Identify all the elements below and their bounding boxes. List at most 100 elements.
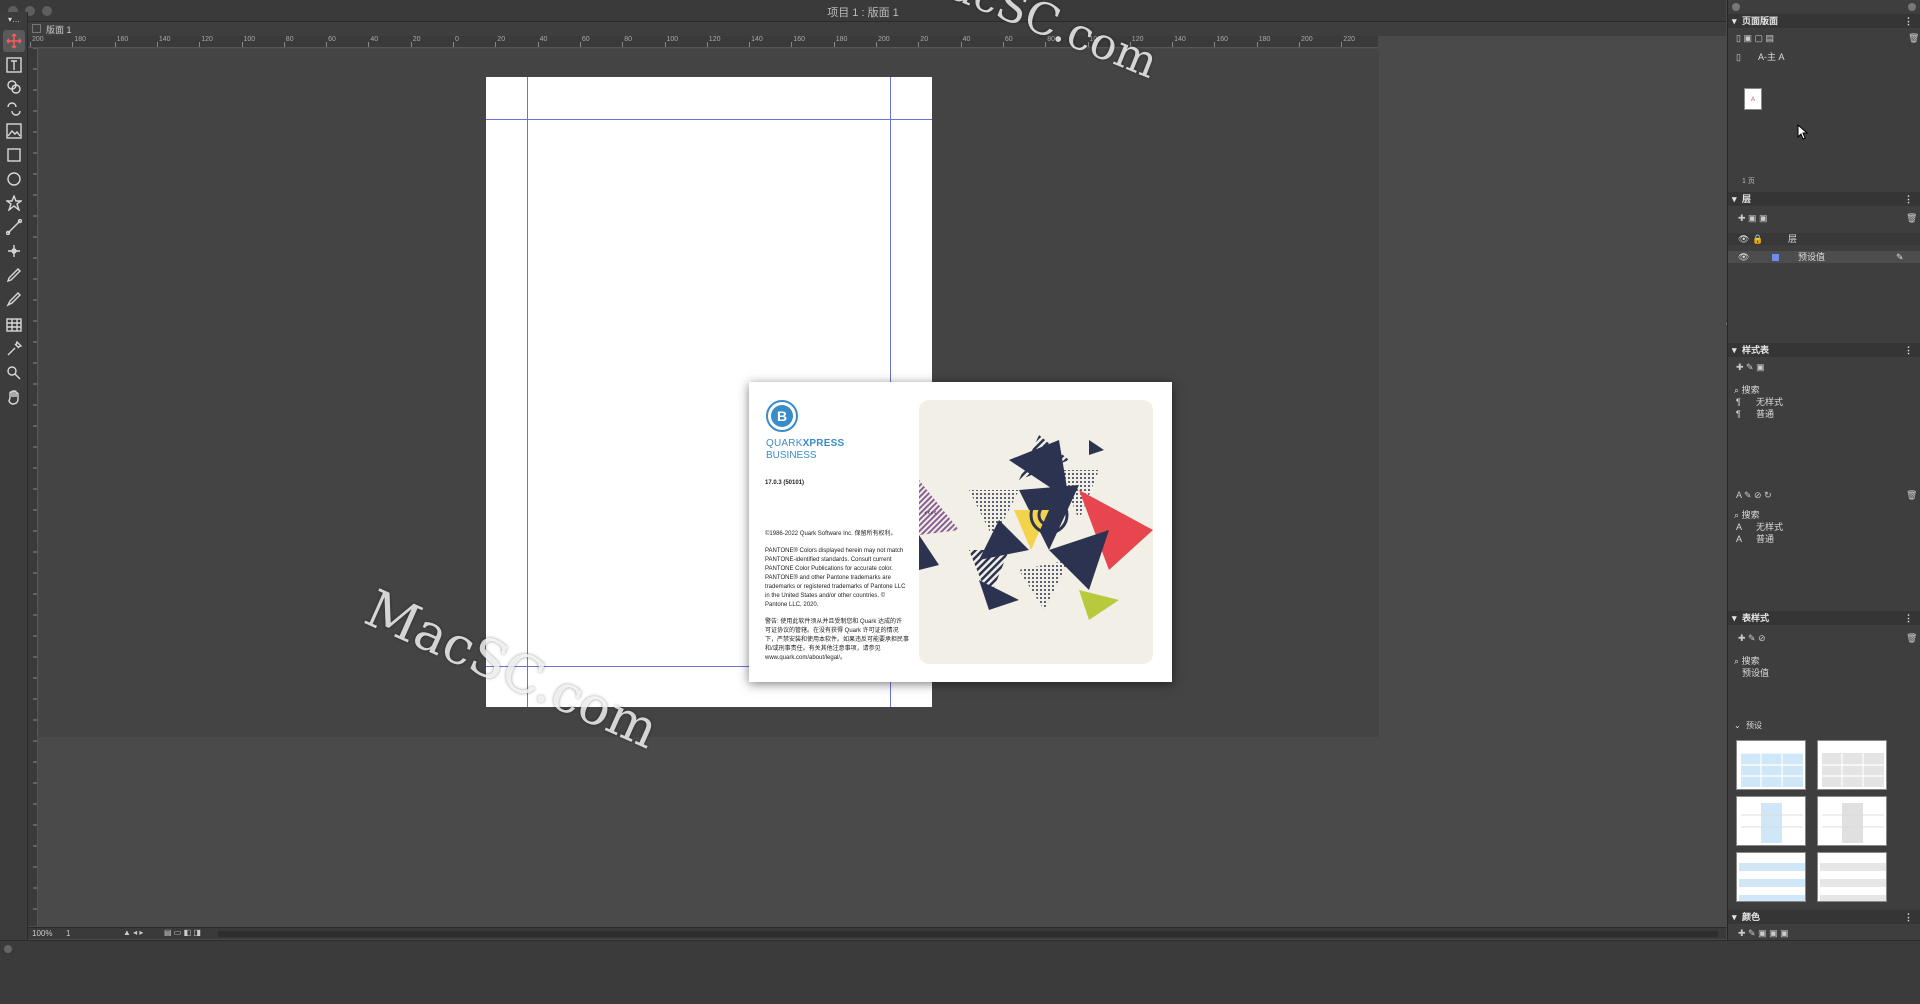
vertical-ruler-ticks (33, 48, 37, 910)
rectangle-box-tool-icon[interactable] (3, 144, 25, 166)
brand-name: QUARKXPRESS (766, 438, 844, 449)
table-style-toolbar-icons[interactable]: ✚ ✎ ⊘ (1738, 633, 1766, 644)
move-tool-icon[interactable] (3, 30, 25, 52)
table-styles-header[interactable]: 表样式 ⋮ (1728, 611, 1920, 625)
colors-menu-icon[interactable]: ⋮ (1904, 910, 1913, 924)
panel-close-icon[interactable] (1732, 3, 1740, 11)
text-content-tool-icon[interactable] (3, 54, 25, 76)
para-style-item[interactable]: ¶ 普通 (1728, 408, 1920, 420)
ruler-tick (72, 42, 74, 47)
table-preset-thumbnail[interactable] (1817, 852, 1887, 902)
table-preset-thumbnail[interactable] (1736, 796, 1806, 846)
delete-layer-icon[interactable]: 🗑 (1906, 213, 1917, 224)
ruler-tick (1214, 42, 1216, 47)
char-style-item[interactable]: A 普通 (1728, 533, 1920, 545)
table-preset-thumbnail[interactable] (1736, 852, 1806, 902)
eyedropper-tool-icon[interactable] (3, 338, 25, 360)
table-preset-thumbnail[interactable] (1817, 740, 1887, 790)
ruler-tick (1256, 42, 1258, 47)
layers-menu-icon[interactable]: ⋮ (1904, 192, 1913, 206)
delete-page-icon[interactable]: 🗑 (1908, 33, 1919, 44)
table-style-search[interactable]: ⌕ 搜索 (1734, 654, 1914, 666)
page-layout-menu-icon[interactable]: ⋮ (1904, 14, 1913, 28)
style-sheets-header[interactable]: 样式表 ⋮ (1728, 343, 1920, 357)
pan-tool-icon[interactable] (3, 386, 25, 408)
table-styles-menu-icon[interactable]: ⋮ (1904, 611, 1913, 625)
tab-layout-1[interactable]: 版面 1 (46, 23, 72, 36)
page-prev-icon[interactable]: ▲ ◂ ▸ (123, 928, 143, 937)
ruler-tick (664, 42, 666, 47)
horizontal-scrollbar[interactable] (218, 931, 1718, 937)
colors-header[interactable]: 颜色 ⋮ (1728, 910, 1920, 924)
table-preset-thumbnail[interactable] (1817, 796, 1887, 846)
layers-header[interactable]: 层⋮ (1728, 192, 1920, 206)
pen-tool-icon[interactable] (3, 264, 25, 286)
line-tool-icon[interactable] (3, 216, 25, 238)
layout-tab-bar: 版面 1 (28, 22, 1726, 36)
delete-char-style-icon[interactable]: 🗑 (1906, 490, 1917, 501)
character-style-toolbar-icons[interactable]: A ✎ ⊘ ↻ (1736, 490, 1772, 501)
layer-edit-icon[interactable]: ✎ (1896, 251, 1904, 263)
page-layout-header[interactable]: 页面版面 ⋮ (1728, 14, 1920, 28)
panel-collapse-icon[interactable] (1908, 3, 1916, 11)
ruler-label: 200 (32, 36, 44, 43)
table-preset-graphic (1820, 863, 1886, 901)
freehand-tool-icon[interactable] (3, 288, 25, 310)
delete-table-style-icon[interactable]: 🗑 (1906, 633, 1917, 644)
ruler-tick (199, 42, 201, 47)
page-number[interactable]: 1 (66, 929, 70, 938)
visibility-icon: 👁 (1738, 234, 1750, 244)
vertical-ruler[interactable] (28, 48, 38, 926)
about-splash-screen[interactable]: B QUARKXPRESS BUSINESS 17.0.3 (50101) ©1… (749, 382, 1172, 682)
brand-edition: BUSINESS (766, 450, 817, 461)
paragraph-style-search[interactable]: ⌕ 搜索 (1734, 383, 1914, 395)
search-label: 搜索 (1741, 656, 1760, 666)
table-tool-icon[interactable] (3, 314, 25, 336)
star-box-tool-icon[interactable] (3, 192, 25, 214)
dock-handle-icon[interactable] (4, 945, 12, 953)
colors-toolbar-icons[interactable]: ✚ ✎ ▣ ▣ ▣ (1738, 928, 1789, 939)
svg-text:‹‹‹‹: ‹‹‹‹ (924, 508, 937, 517)
view-mode-icons[interactable]: ▤ ▭ ◧ ◨ (164, 928, 201, 937)
ruler-tick (495, 42, 497, 47)
table-style-item[interactable]: 预设值 (1728, 667, 1920, 679)
ruler-label: 140 (1174, 36, 1186, 43)
paragraph-style-toolbar-icons[interactable]: ✚ ✎ ▣ (1736, 362, 1765, 373)
text-linking-tool-icon[interactable] (3, 76, 25, 98)
text-unlinking-tool-icon[interactable] (3, 98, 25, 120)
table-preset-thumbnail[interactable] (1736, 740, 1806, 790)
table-styles-title: 表样式 (1742, 613, 1770, 623)
oval-box-tool-icon[interactable] (3, 168, 25, 190)
page-thumbnail[interactable]: A (1744, 88, 1762, 110)
character-style-search[interactable]: ⌕ 搜索 (1734, 508, 1914, 520)
layer-visibility-icon[interactable]: 👁 (1738, 251, 1749, 263)
svg-text:B: B (777, 408, 787, 424)
layer-name: 预设值 (1798, 252, 1826, 262)
char-style-item[interactable]: A 无样式 (1728, 521, 1920, 533)
presets-section[interactable]: ⌄ 预设 (1728, 720, 1920, 732)
ruler-tick (622, 42, 624, 47)
master-page-row[interactable]: ▯ A-主 A (1728, 51, 1920, 63)
brand-quark: QUARK (766, 438, 803, 449)
layers-toolbar-icons[interactable]: ✚ ▣ ▣ (1738, 213, 1768, 224)
palette-panel: 页面版面⋮ ▯ ▣ ▢ ▤ 🗑 ▯A-主 A A 1 页 层⋮ ✚ ▣ ▣ 🗑 … (1727, 0, 1920, 940)
para-style-item[interactable]: ¶ 无样式 (1728, 396, 1920, 408)
layer-row[interactable]: 👁 预设值 ✎ (1728, 251, 1920, 263)
ruler-tick (537, 42, 539, 47)
zoom-level[interactable]: 100% (32, 929, 52, 938)
legal-warning: 警告: 使用此软件须从并且受制您和 Quark 达成的许 可证协议的管辖。在没有… (765, 619, 910, 661)
paragraph-icon: ¶ (1736, 409, 1741, 419)
horizontal-ruler[interactable]: 200 180 160 140 120 100 80 60 40 20 0 20 40 60 80 100 12… (28, 36, 1378, 48)
ruler-label: 40 (962, 36, 971, 43)
search-label: 搜索 (1741, 510, 1760, 520)
layers-column-label: 层 (1788, 234, 1798, 244)
ruler-label: 20 (920, 36, 929, 43)
page-layout-toolbar-icons[interactable]: ▯ ▣ ▢ ▤ (1736, 33, 1774, 44)
picture-content-tool-icon[interactable] (3, 120, 25, 142)
style-sheets-menu-icon[interactable]: ⋮ (1904, 343, 1913, 357)
char-style-label: 普通 (1756, 534, 1775, 544)
tab-close-icon[interactable] (32, 24, 41, 33)
select-point-tool-icon[interactable] (3, 240, 25, 262)
toolbox-menu-icon[interactable]: ▾… (3, 14, 25, 24)
zoom-tool-icon[interactable] (3, 362, 25, 384)
